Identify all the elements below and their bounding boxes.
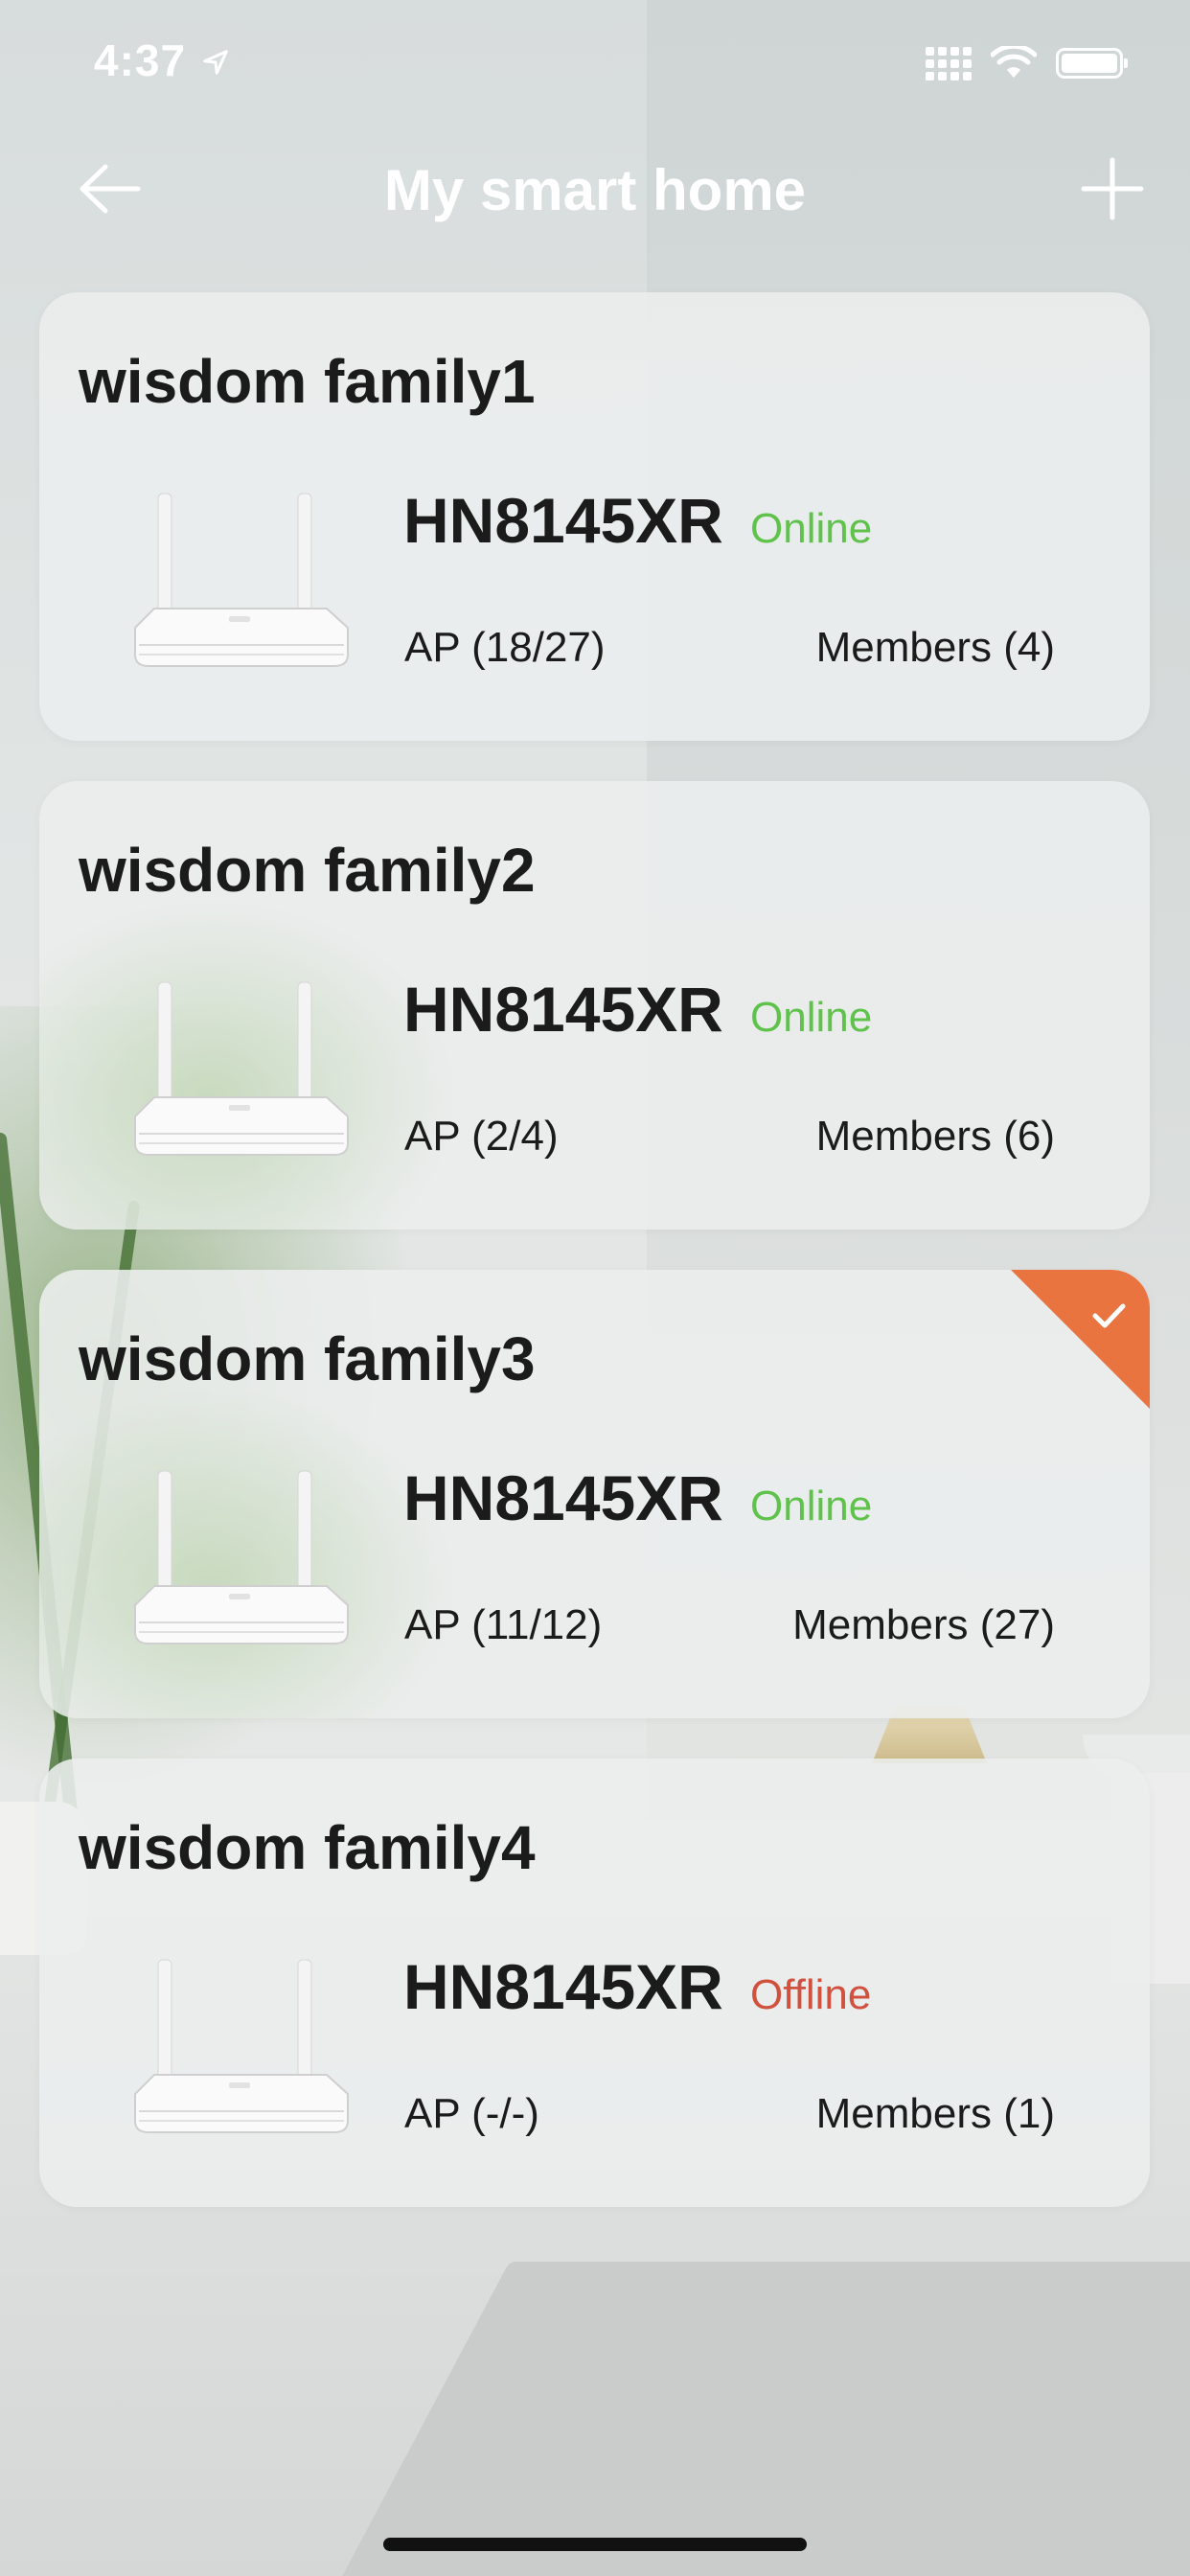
router-image: [134, 981, 349, 1156]
members-count: Members (4): [815, 624, 1055, 671]
family-name: wisdom family2: [79, 836, 536, 905]
status-time: 4:37: [94, 35, 187, 85]
device-model: HN8145XR: [403, 974, 723, 1045]
family-name: wisdom family3: [79, 1324, 536, 1393]
members-count: Members (27): [792, 1601, 1055, 1648]
members-count: Members (1): [815, 2090, 1055, 2137]
cellular-signal-icon: [926, 46, 972, 80]
home-indicator[interactable]: [383, 2538, 807, 2551]
family-name: wisdom family4: [79, 1813, 536, 1882]
battery-icon: [1056, 48, 1128, 79]
status-indicators: [926, 46, 1128, 80]
family-card-3[interactable]: wisdom family3 HN8145XR Online AP (11/12…: [39, 1270, 1150, 1718]
device-model: HN8145XR: [403, 1462, 723, 1533]
ap-count: AP (11/12): [404, 1601, 603, 1648]
family-card-4[interactable]: wisdom family4 HN8145XR Offline AP (-/-)…: [39, 1759, 1150, 2207]
members-count: Members (6): [815, 1113, 1055, 1160]
wifi-icon: [991, 46, 1037, 78]
device-status: Online: [750, 994, 873, 1041]
ap-count: AP (-/-): [404, 2090, 539, 2137]
device-status: Offline: [750, 1971, 872, 2018]
device-status: Online: [750, 1483, 873, 1530]
device-status: Online: [750, 505, 873, 552]
family-name: wisdom family1: [79, 347, 536, 416]
family-card-1[interactable]: wisdom family1 HN8145XR Online AP (18/27…: [39, 292, 1150, 741]
location-arrow-icon: [203, 50, 228, 75]
device-model: HN8145XR: [403, 1951, 723, 2022]
router-image: [134, 1959, 349, 2133]
ap-count: AP (18/27): [404, 624, 606, 671]
device-model: HN8145XR: [403, 485, 723, 556]
family-card-2[interactable]: wisdom family2 HN8145XR Online AP (2/4) …: [39, 781, 1150, 1230]
page-title: My smart home: [383, 158, 807, 222]
add-icon[interactable]: [1079, 155, 1146, 222]
router-image: [134, 493, 349, 667]
navigation-bar: My smart home: [0, 144, 1190, 240]
ap-count: AP (2/4): [404, 1113, 559, 1160]
router-image: [134, 1470, 349, 1644]
selected-check-icon: [1011, 1270, 1150, 1409]
status-bar: 4:37: [0, 0, 1190, 128]
